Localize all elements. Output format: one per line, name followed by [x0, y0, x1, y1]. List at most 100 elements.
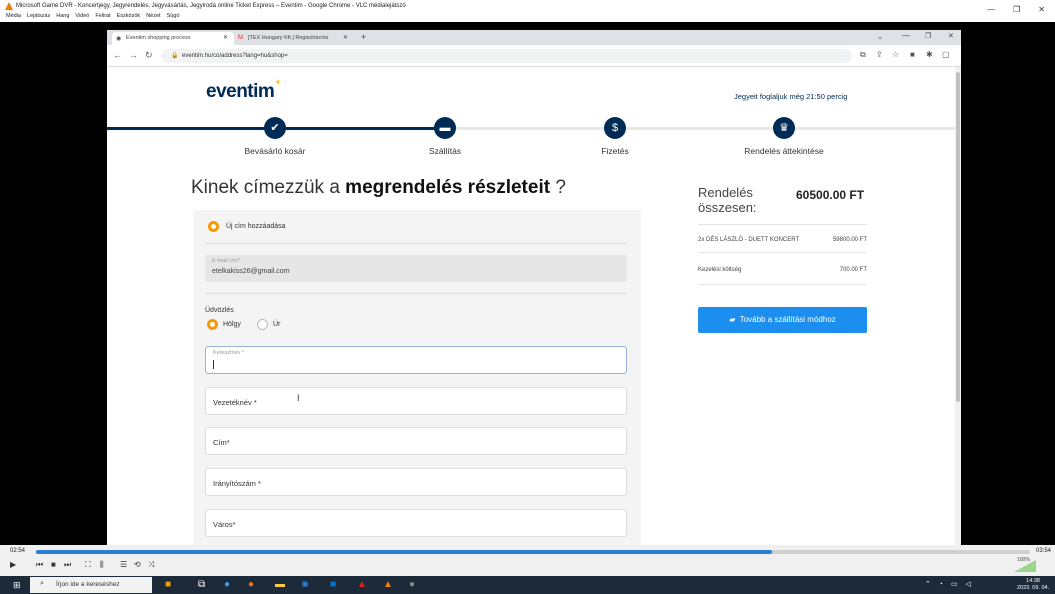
greeting-radio-mr[interactable] — [257, 319, 268, 330]
summary-row: Kezelési költség 700.00 FT — [698, 267, 867, 273]
city-input[interactable]: Város* — [205, 509, 627, 537]
url-text: eventim.hu/co/address?lang=hu&shop= — [182, 53, 288, 59]
last-name-label: Vezetéknév * — [213, 398, 257, 407]
divider — [698, 224, 867, 225]
restore-icon[interactable]: ❐ — [925, 32, 931, 40]
step-label-cart: Bevásárló kosár — [244, 146, 306, 156]
star-icon[interactable]: ☆ — [892, 50, 899, 59]
extension-icon[interactable]: ■ — [910, 50, 915, 59]
step-label-shipping: Szállítás — [428, 146, 462, 156]
word-icon[interactable]: ■ — [302, 579, 308, 590]
divider — [698, 284, 867, 285]
divider — [205, 243, 627, 244]
next-icon[interactable]: ⏭ — [64, 560, 71, 570]
task-view-icon[interactable]: ⧉ — [198, 579, 205, 590]
step-label-review: Rendelés áttekintése — [744, 146, 824, 156]
greeting-label: Üdvözlés — [205, 307, 234, 314]
last-name-input[interactable]: Vezetéknév * — [205, 387, 627, 415]
sidepanel-icon[interactable]: ▢ — [942, 50, 950, 59]
menu-help[interactable]: Súgó — [167, 13, 180, 22]
zip-label: Irányítószám * — [213, 479, 261, 488]
app-icon[interactable]: ■ — [165, 579, 171, 590]
step-cart-check-icon: ✔ — [264, 117, 286, 139]
tab-close-icon[interactable]: ✕ — [343, 34, 348, 41]
summary-row: 2x DÉS LÁSZLÓ - DUETT KONCERT 59800.00 F… — [698, 237, 867, 243]
firefox-icon[interactable]: ● — [248, 579, 254, 590]
minimize-icon[interactable]: — — [987, 5, 995, 13]
menu-video[interactable]: Videó — [75, 13, 89, 22]
close-icon[interactable]: ✕ — [948, 32, 954, 40]
summary-row-label: 2x DÉS LÁSZLÓ - DUETT KONCERT — [698, 237, 800, 243]
title-pre: Kinek címezzük a — [191, 177, 346, 198]
translate-icon[interactable]: ⧉ — [860, 50, 866, 60]
gmail-icon: M — [238, 35, 243, 41]
volume-slider[interactable] — [1014, 560, 1036, 572]
app-icon[interactable]: ● — [409, 579, 415, 590]
eventim-logo[interactable]: eventim + — [206, 77, 281, 103]
play-icon[interactable]: ▶ — [10, 560, 16, 569]
email-value: etelkakiss26@gmail.com — [212, 268, 290, 275]
back-icon[interactable]: ← — [113, 50, 122, 60]
tab-label: [TEX Hungary Kft.] Regisztrációs — [248, 35, 329, 41]
chrome-tab-strip: ◉ Eventim shopping process ✕ M [TEX Hung… — [107, 30, 961, 45]
menu-audio[interactable]: Hang — [56, 13, 69, 22]
menu-view[interactable]: Nézet — [146, 13, 160, 22]
fullscreen-icon[interactable]: ⛶ — [85, 560, 91, 570]
playlist-icon[interactable]: ☰ — [120, 560, 127, 569]
address-input[interactable]: Cím* — [205, 427, 627, 455]
summary-row-label: Kezelési költség — [698, 267, 742, 273]
tab-label: Eventim shopping process — [126, 35, 191, 41]
first-name-input[interactable]: Keresztnév * — [205, 346, 627, 374]
tab-eventim[interactable]: ◉ Eventim shopping process ✕ — [112, 32, 234, 45]
new-tab-icon[interactable]: + — [361, 32, 366, 42]
explorer-icon[interactable]: ▬ — [275, 579, 285, 590]
reload-icon[interactable]: ↻ — [145, 50, 153, 61]
minimize-icon[interactable]: — — [902, 31, 910, 40]
restore-icon[interactable]: ❐ — [1013, 5, 1020, 13]
system-tray-icons[interactable]: ⌃ ◔ ▭ ◁ — [925, 580, 974, 588]
greeting-option-mr: Úr — [273, 321, 281, 328]
greeting-radio-ms[interactable] — [207, 319, 218, 330]
page-scrollbar[interactable] — [955, 67, 961, 545]
puzzle-icon[interactable]: ✱ — [926, 50, 933, 59]
vlc-icon[interactable]: ▲ — [383, 579, 393, 590]
vlc-menu-bar: Média Lejátszás Hang Videó Felirat Eszkö… — [0, 13, 1055, 22]
vlc-cone-icon — [5, 2, 13, 10]
text-caret — [213, 360, 214, 369]
menu-tools[interactable]: Eszközök — [117, 13, 141, 22]
taskbar-clock[interactable]: 14:38 2023. 09. 04. — [1017, 578, 1049, 592]
extended-settings-icon[interactable]: ⫼ — [100, 560, 104, 570]
previous-icon[interactable]: ⏮ — [36, 560, 43, 570]
forward-icon[interactable]: → — [129, 50, 138, 60]
new-address-radio[interactable] — [208, 221, 219, 232]
chevron-down-icon[interactable]: ⌄ — [877, 33, 883, 41]
outlook-icon[interactable]: ■ — [330, 579, 336, 590]
continue-to-shipping-button[interactable]: ▰ Tovább a szállítási módhoz — [698, 307, 867, 333]
seek-bar[interactable] — [36, 550, 1030, 554]
summary-total: 60500.00 FT — [796, 188, 865, 202]
address-bar[interactable]: 🔒 eventim.hu/co/address?lang=hu&shop= — [162, 49, 852, 63]
vlc-controls: 02:54 03:54 ▶ ⏮ ■ ⏭ ⛶ ⫼ ☰ ⟲ ⤨ 100% — [0, 545, 1055, 576]
tab-close-icon[interactable]: ✕ — [223, 34, 228, 41]
step-label-payment: Fizetés — [601, 146, 629, 156]
loop-icon[interactable]: ⟲ — [134, 560, 141, 569]
cta-label: Tovább a szállítási módhoz — [739, 315, 836, 324]
taskbar-search[interactable]: ⌕ Írjon ide a kereséshez — [30, 577, 152, 593]
tab-gmail[interactable]: M [TEX Hungary Kft.] Regisztrációs ✕ — [234, 32, 354, 45]
share-icon[interactable]: ⇪ — [876, 50, 883, 59]
scrollbar-thumb[interactable] — [956, 72, 960, 402]
close-icon[interactable]: ✕ — [1038, 5, 1045, 13]
summary-title: Rendelés összesen: — [698, 185, 757, 215]
stop-icon[interactable]: ■ — [51, 560, 56, 569]
menu-subtitle[interactable]: Felirat — [95, 13, 110, 22]
email-label: E-mail cím* — [212, 258, 241, 264]
menu-media[interactable]: Média — [6, 13, 21, 22]
edge-icon[interactable]: ● — [224, 579, 230, 590]
zip-input[interactable]: Irányítószám * — [205, 468, 627, 496]
menu-playback[interactable]: Lejátszás — [27, 13, 50, 22]
email-field: E-mail cím* etelkakiss26@gmail.com — [205, 255, 627, 282]
step-payment-icon: $ — [604, 117, 626, 139]
shuffle-icon[interactable]: ⤨ — [148, 560, 154, 570]
windows-start-icon[interactable]: ⊞ — [13, 580, 21, 591]
acrobat-icon[interactable]: ▲ — [357, 579, 367, 590]
